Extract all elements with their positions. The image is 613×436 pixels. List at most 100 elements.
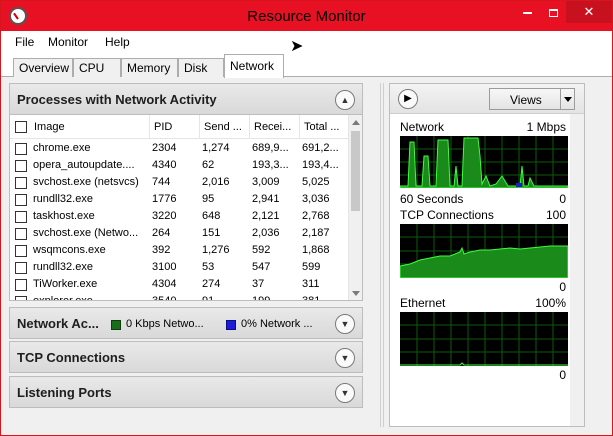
views-dropdown[interactable]: Views (489, 88, 575, 110)
expand-listening-ports-button[interactable]: ▼ (335, 383, 355, 403)
dropdown-arrow-icon[interactable] (564, 97, 572, 102)
network-graph-series (399, 137, 569, 189)
cell-receive: 37 (252, 278, 265, 290)
column-send[interactable]: Send ... (200, 115, 250, 139)
minimize-icon (522, 11, 532, 14)
chevron-down-icon: ▼ (340, 353, 350, 363)
views-separator (560, 89, 561, 109)
row-checkbox[interactable] (15, 245, 27, 257)
cell-total: 1,868 (302, 244, 330, 256)
ethernet-graph-series (400, 362, 568, 366)
processes-panel-header[interactable]: Processes with Network Activity ▲ (9, 83, 363, 115)
menu-help[interactable]: Help (105, 35, 130, 49)
select-all-checkbox[interactable] (15, 121, 27, 133)
graphs-scrollbar[interactable] (570, 114, 584, 426)
table-row[interactable]: svchost.exe (netsvcs) 744 2,016 3,009 5,… (10, 174, 350, 191)
cell-receive: 193,3... (252, 159, 289, 171)
tab-disk[interactable]: Disk (178, 58, 224, 77)
row-checkbox[interactable] (15, 143, 27, 155)
processes-panel-title: Processes with Network Activity (17, 92, 217, 107)
collapse-processes-button[interactable]: ▲ (335, 90, 355, 110)
tcp-graph (399, 224, 569, 279)
cell-pid: 392 (152, 244, 171, 256)
table-row[interactable]: taskhost.exe 3220 648 2,121 2,768 (10, 208, 350, 225)
cell-image: rundll32.exe (33, 261, 93, 273)
cell-total: 2,768 (302, 210, 330, 222)
cell-pid: 744 (152, 176, 171, 188)
expand-tcp-connections-button[interactable]: ▼ (335, 348, 355, 368)
cell-total: 193,4... (302, 159, 339, 171)
network-graph (399, 136, 569, 189)
cell-image: TiWorker.exe (33, 278, 98, 290)
tab-bar: Overview CPU Memory Disk Network (1, 53, 612, 78)
maximize-button[interactable] (540, 1, 566, 23)
chevron-up-icon: ▲ (340, 95, 350, 105)
network-io-legend-text: 0 Kbps Netwo... (126, 318, 204, 330)
cell-send: 53 (202, 261, 215, 273)
menu-file[interactable]: File (15, 35, 34, 49)
tab-cpu[interactable]: CPU (73, 58, 121, 77)
row-checkbox[interactable] (15, 211, 27, 223)
processes-scrollbar[interactable] (348, 115, 362, 300)
table-row[interactable]: chrome.exe 2304 1,274 689,9... 691,2... (10, 140, 350, 157)
resource-monitor-window: Resource Monitor ✕ File Monitor Help ➤ O… (0, 0, 613, 436)
cell-image: chrome.exe (33, 142, 91, 154)
cell-pid: 264 (152, 227, 171, 239)
ethernet-graph-max: 100% (535, 296, 566, 310)
table-row[interactable]: opera_autoupdate.... 4340 62 193,3... 19… (10, 157, 350, 174)
cell-total: 691,2... (302, 142, 339, 154)
cell-send: 95 (202, 193, 215, 205)
network-graph-title: Network (400, 120, 445, 134)
column-total[interactable]: Total ... (300, 115, 350, 139)
pane-splitter[interactable] (380, 83, 384, 427)
cell-total: 3,036 (302, 193, 330, 205)
minimize-button[interactable] (514, 1, 540, 23)
cell-receive: 2,941 (252, 193, 280, 205)
processes-table: Image PID Send ... Recei... Total ... ch… (9, 115, 363, 301)
close-button[interactable]: ✕ (566, 1, 612, 23)
column-pid[interactable]: PID (150, 115, 200, 139)
table-row[interactable]: wsqmcons.exe 392 1,276 592 1,868 (10, 242, 350, 259)
table-row[interactable]: explorer.exe 3540 91 199 381 (10, 293, 350, 301)
column-image[interactable]: Image (30, 115, 150, 139)
cell-total: 599 (302, 261, 321, 273)
row-checkbox[interactable] (15, 262, 27, 274)
tab-memory[interactable]: Memory (121, 58, 178, 77)
expand-network-activity-button[interactable]: ▼ (335, 314, 355, 334)
toggle-graphs-button[interactable]: ▶ (398, 89, 418, 109)
row-checkbox[interactable] (15, 194, 27, 206)
row-checkbox[interactable] (15, 279, 27, 291)
tab-network[interactable]: Network (224, 54, 284, 78)
chevron-down-icon: ▼ (340, 388, 350, 398)
cell-pid: 3220 (152, 210, 177, 222)
table-row[interactable]: rundll32.exe 3100 53 547 599 (10, 259, 350, 276)
cell-send: 91 (202, 295, 215, 301)
ethernet-graph-plot (400, 312, 568, 366)
row-checkbox[interactable] (15, 160, 27, 172)
menu-monitor[interactable]: Monitor (48, 35, 88, 49)
cell-total: 2,187 (302, 227, 330, 239)
column-receive[interactable]: Recei... (250, 115, 300, 139)
cell-receive: 2,036 (252, 227, 280, 239)
graphs-pane: ▶ Views Network 1 Mbps 60 Seconds 0 TCP … (389, 83, 585, 427)
row-checkbox[interactable] (15, 177, 27, 189)
row-checkbox[interactable] (15, 228, 27, 240)
table-row[interactable]: rundll32.exe 1776 95 2,941 3,036 (10, 191, 350, 208)
network-io-legend-swatch (111, 320, 121, 330)
cell-send: 274 (202, 278, 221, 290)
scroll-down-icon[interactable] (352, 291, 360, 296)
scroll-thumb[interactable] (351, 131, 360, 211)
ethernet-graph-min: 0 (559, 368, 566, 382)
tcp-connections-panel-header[interactable]: TCP Connections ▼ (9, 341, 363, 373)
table-row[interactable]: svchost.exe (Netwo... 264 151 2,036 2,18… (10, 225, 350, 242)
listening-ports-panel-header[interactable]: Listening Ports ▼ (9, 376, 363, 408)
cell-receive: 199 (252, 295, 271, 301)
scroll-up-icon[interactable] (352, 120, 360, 125)
network-activity-panel-header[interactable]: Network Ac... 0 Kbps Netwo... 0% Network… (9, 307, 363, 339)
cell-receive: 2,121 (252, 210, 280, 222)
network-utilization-series (516, 183, 522, 187)
table-row[interactable]: TiWorker.exe 4304 274 37 311 (10, 276, 350, 293)
tab-overview[interactable]: Overview (13, 58, 73, 77)
network-graph-plot (399, 136, 569, 189)
row-checkbox[interactable] (15, 296, 27, 300)
